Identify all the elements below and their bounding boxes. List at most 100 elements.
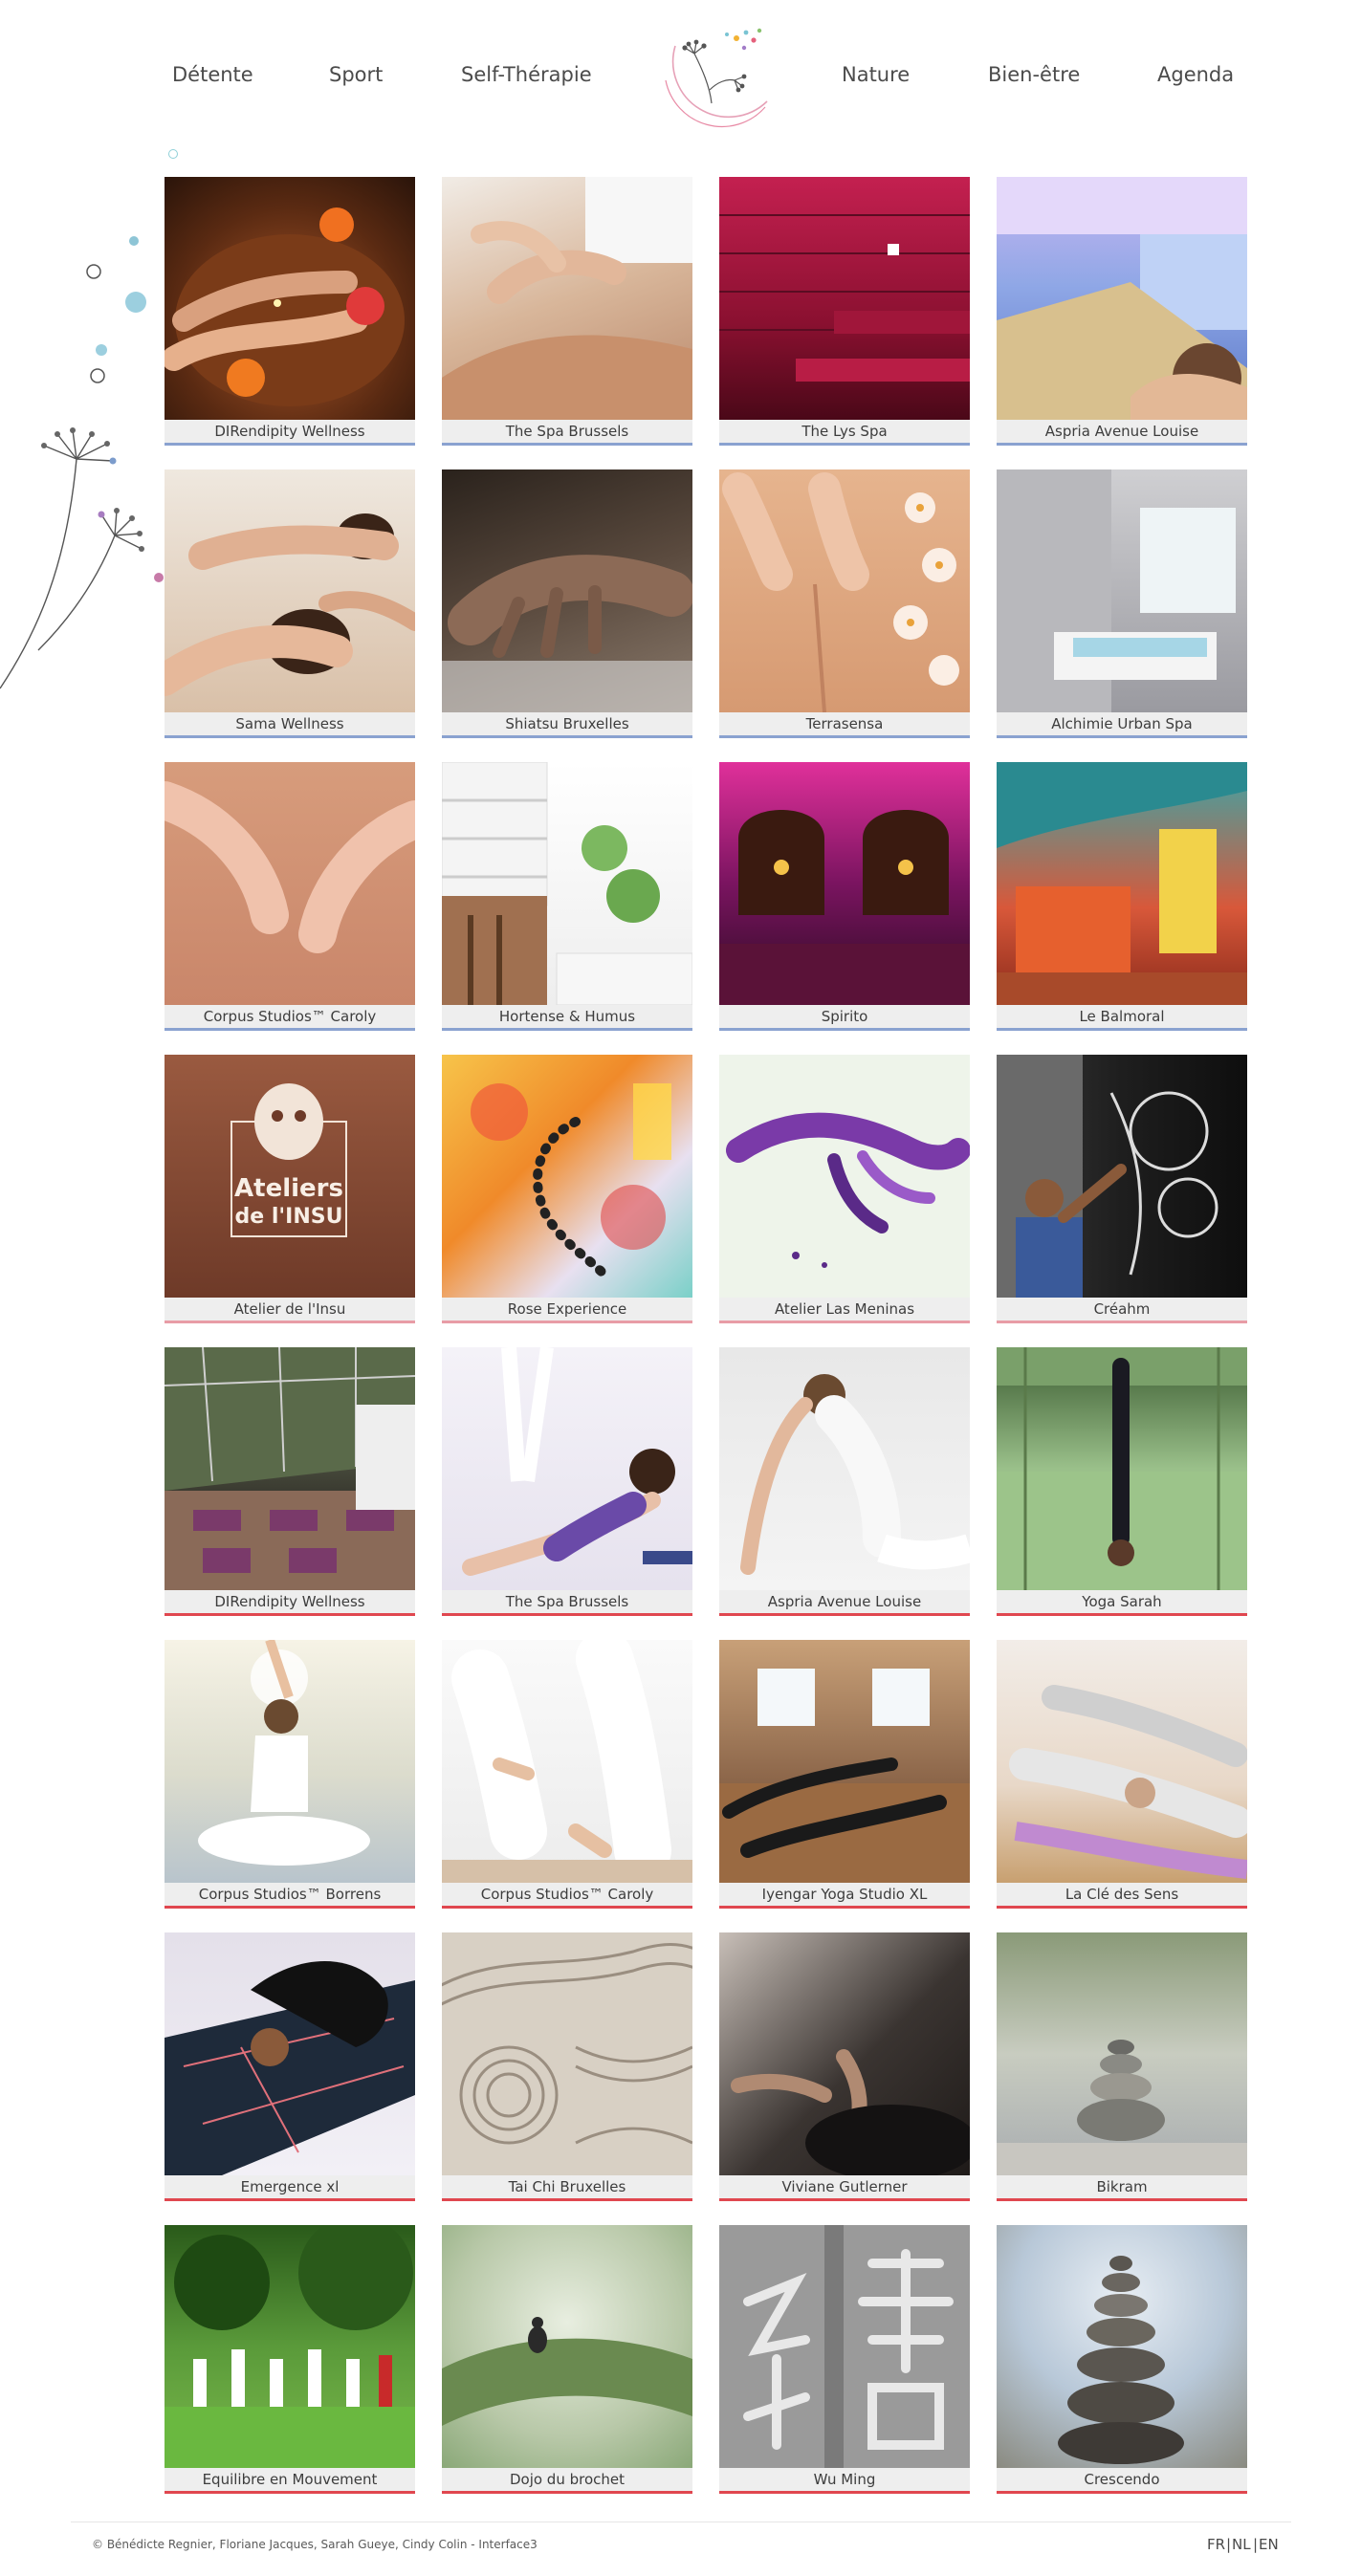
venue-photo	[719, 177, 970, 420]
category-underline	[442, 1906, 692, 1909]
venue-card[interactable]: Hortense & Humus	[442, 762, 692, 1032]
meditation-group-photo-icon	[442, 1640, 692, 1883]
venue-card[interactable]: Viviane Gutlerner	[719, 1932, 970, 2202]
venue-card[interactable]: The Lys Spa	[719, 177, 970, 447]
venue-photo	[719, 1347, 970, 1590]
venue-card[interactable]: Equilibre en Mouvement	[165, 2225, 415, 2495]
venue-card[interactable]: Spirito	[719, 762, 970, 1032]
venue-name: Yoga Sarah	[997, 1590, 1247, 1613]
category-underline	[719, 1321, 970, 1323]
aerial-yoga-photo-icon	[462, 1347, 692, 1576]
venue-name: Equilibre en Mouvement	[165, 2468, 415, 2491]
venue-card[interactable]: The Spa Brussels	[442, 177, 692, 447]
nav-nature[interactable]: Nature	[842, 63, 910, 86]
category-underline	[719, 1906, 970, 1909]
svg-text:de l'INSU: de l'INSU	[235, 1205, 343, 1229]
venue-card[interactable]: Iyengar Yoga Studio XL	[719, 1640, 970, 1910]
venue-card[interactable]: Atelier Las Meninas	[719, 1055, 970, 1324]
venue-photo	[442, 1055, 692, 1298]
venue-photo	[719, 1640, 970, 1883]
venue-card[interactable]: Bikram	[997, 1932, 1247, 2202]
venue-photo	[442, 469, 692, 712]
venue-card[interactable]: Yoga Sarah	[997, 1347, 1247, 1617]
venue-name: Viviane Gutlerner	[719, 2175, 970, 2198]
venue-photo	[442, 2225, 692, 2468]
category-underline	[165, 1613, 415, 1616]
venue-card[interactable]: La Clé des Sens	[997, 1640, 1247, 1910]
venue-card[interactable]: Rose Experience	[442, 1055, 692, 1324]
diner-photo-icon	[997, 762, 1247, 1005]
category-underline	[719, 443, 970, 446]
venue-card[interactable]: Sama Wellness	[165, 469, 415, 739]
venue-card[interactable]: Ateliers de l'INSU Atelier de l'Insu	[165, 1055, 415, 1324]
venue-card[interactable]: Wu Ming	[719, 2225, 970, 2495]
venue-card[interactable]: Le Balmoral	[997, 762, 1247, 1032]
venue-card[interactable]: The Spa Brussels	[442, 1347, 692, 1617]
venue-card[interactable]: Tai Chi Bruxelles	[442, 1932, 692, 2202]
category-underline	[165, 1321, 415, 1323]
venue-card[interactable]: Dojo du brochet	[442, 2225, 692, 2495]
venue-card[interactable]: Corpus Studios™ Caroly	[442, 1640, 692, 1910]
footer-credit: © Bénédicte Regnier, Floriane Jacques, S…	[92, 2538, 538, 2551]
venue-photo	[165, 762, 415, 1005]
dandelion-logo-icon[interactable]	[652, 13, 780, 128]
category-underline	[997, 1321, 1247, 1323]
decorative-dot-icon	[168, 149, 178, 159]
venue-card[interactable]: Créahm	[997, 1055, 1247, 1324]
artist-painting-photo-icon	[997, 1055, 1218, 1298]
venue-photo	[165, 1932, 415, 2175]
category-underline	[442, 735, 692, 738]
venue-card[interactable]: Corpus Studios™ Caroly	[165, 762, 415, 1032]
venue-photo	[997, 1640, 1247, 1883]
category-underline	[997, 1028, 1247, 1031]
venue-name: Shiatsu Bruxelles	[442, 712, 692, 735]
venue-photo	[997, 2225, 1247, 2468]
dandelion-decoration-icon	[0, 236, 164, 689]
venue-photo	[165, 1347, 415, 1590]
venue-card[interactable]: Shiatsu Bruxelles	[442, 469, 692, 739]
meditation-photo-icon	[198, 1640, 370, 1866]
nav-sport[interactable]: Sport	[329, 63, 383, 86]
category-underline	[165, 1906, 415, 1909]
venue-card[interactable]: DIRendipity Wellness	[165, 177, 415, 447]
nav-bien-etre[interactable]: Bien-être	[988, 63, 1080, 86]
category-underline	[165, 2491, 415, 2494]
venue-photo	[719, 469, 970, 712]
venue-card[interactable]: Corpus Studios™ Borrens	[165, 1640, 415, 1910]
pool-photo-icon	[997, 177, 1247, 420]
venue-photo	[997, 469, 1247, 712]
child-pose-photo-icon	[1009, 1685, 1247, 1879]
venue-name: Corpus Studios™ Caroly	[442, 1883, 692, 1906]
venue-name: Atelier Las Meninas	[719, 1298, 970, 1321]
category-underline	[997, 443, 1247, 446]
lang-en-link[interactable]: EN	[1259, 2536, 1279, 2553]
lang-separator: |	[1226, 2536, 1232, 2553]
category-underline	[997, 1613, 1247, 1616]
nav-self-therapie[interactable]: Self-Thérapie	[461, 63, 592, 86]
nav-agenda[interactable]: Agenda	[1157, 63, 1234, 86]
lang-nl-link[interactable]: NL	[1232, 2536, 1251, 2553]
category-underline	[719, 735, 970, 738]
venue-card[interactable]: Alchimie Urban Spa	[997, 469, 1247, 739]
venue-card[interactable]: Crescendo	[997, 2225, 1247, 2495]
venue-name: Spirito	[719, 1005, 970, 1028]
category-underline	[165, 2198, 415, 2201]
venue-photo	[442, 1347, 692, 1590]
lang-fr-link[interactable]: FR	[1207, 2536, 1225, 2553]
venue-photo	[719, 762, 970, 1005]
venue-name: Bikram	[997, 2175, 1247, 2198]
venue-card[interactable]: Terrasensa	[719, 469, 970, 739]
hands-photo-icon	[165, 781, 415, 953]
category-underline	[719, 1028, 970, 1031]
couple-massage-photo-icon	[165, 513, 415, 696]
venue-card[interactable]: DIRendipity Wellness	[165, 1347, 415, 1617]
venue-name: The Lys Spa	[719, 420, 970, 443]
venue-name: DIRendipity Wellness	[165, 1590, 415, 1613]
venue-card[interactable]: Aspria Avenue Louise	[719, 1347, 970, 1617]
venue-name: The Spa Brussels	[442, 420, 692, 443]
spa-foot-bath-photo-icon	[165, 207, 405, 406]
venue-card[interactable]: Aspria Avenue Louise	[997, 177, 1247, 447]
venue-card[interactable]: Emergence xl	[165, 1932, 415, 2202]
nav-detente[interactable]: Détente	[172, 63, 253, 86]
yoga-pose-photo-icon	[740, 1374, 970, 1575]
